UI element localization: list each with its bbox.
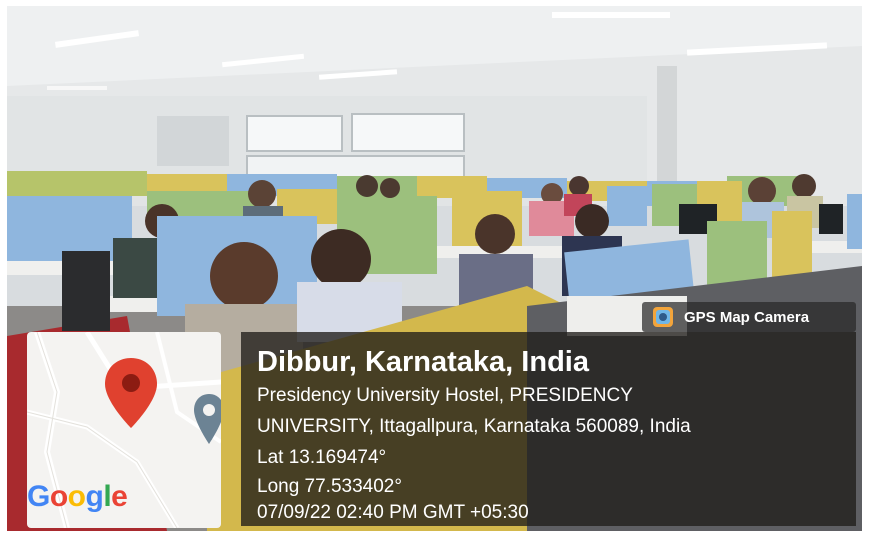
app-badge-label: GPS Map Camera [684, 308, 810, 326]
gps-camera-icon [653, 307, 673, 327]
longitude: Long 77.533402° [257, 476, 402, 497]
photo-frame: GPS Map Camera Google Dibbur, Karnataka,… [7, 6, 862, 531]
app-badge: GPS Map Camera [642, 302, 856, 332]
map-thumbnail: Google [27, 332, 221, 528]
location-title: Dibbur, Karnataka, India [257, 346, 589, 378]
address-line-1: Presidency University Hostel, PRESIDENCY [257, 385, 633, 406]
timestamp: 07/09/22 02:40 PM GMT +05:30 [257, 502, 529, 523]
map-brand-logo: Google [27, 480, 128, 513]
address-line-2: UNIVERSITY, Ittagallpura, Karnataka 5600… [257, 416, 691, 437]
latitude: Lat 13.169474° [257, 447, 387, 468]
secondary-pin-icon [194, 394, 221, 444]
map-pin-icon [105, 358, 157, 428]
location-info-panel: Dibbur, Karnataka, India Presidency Univ… [241, 332, 856, 526]
